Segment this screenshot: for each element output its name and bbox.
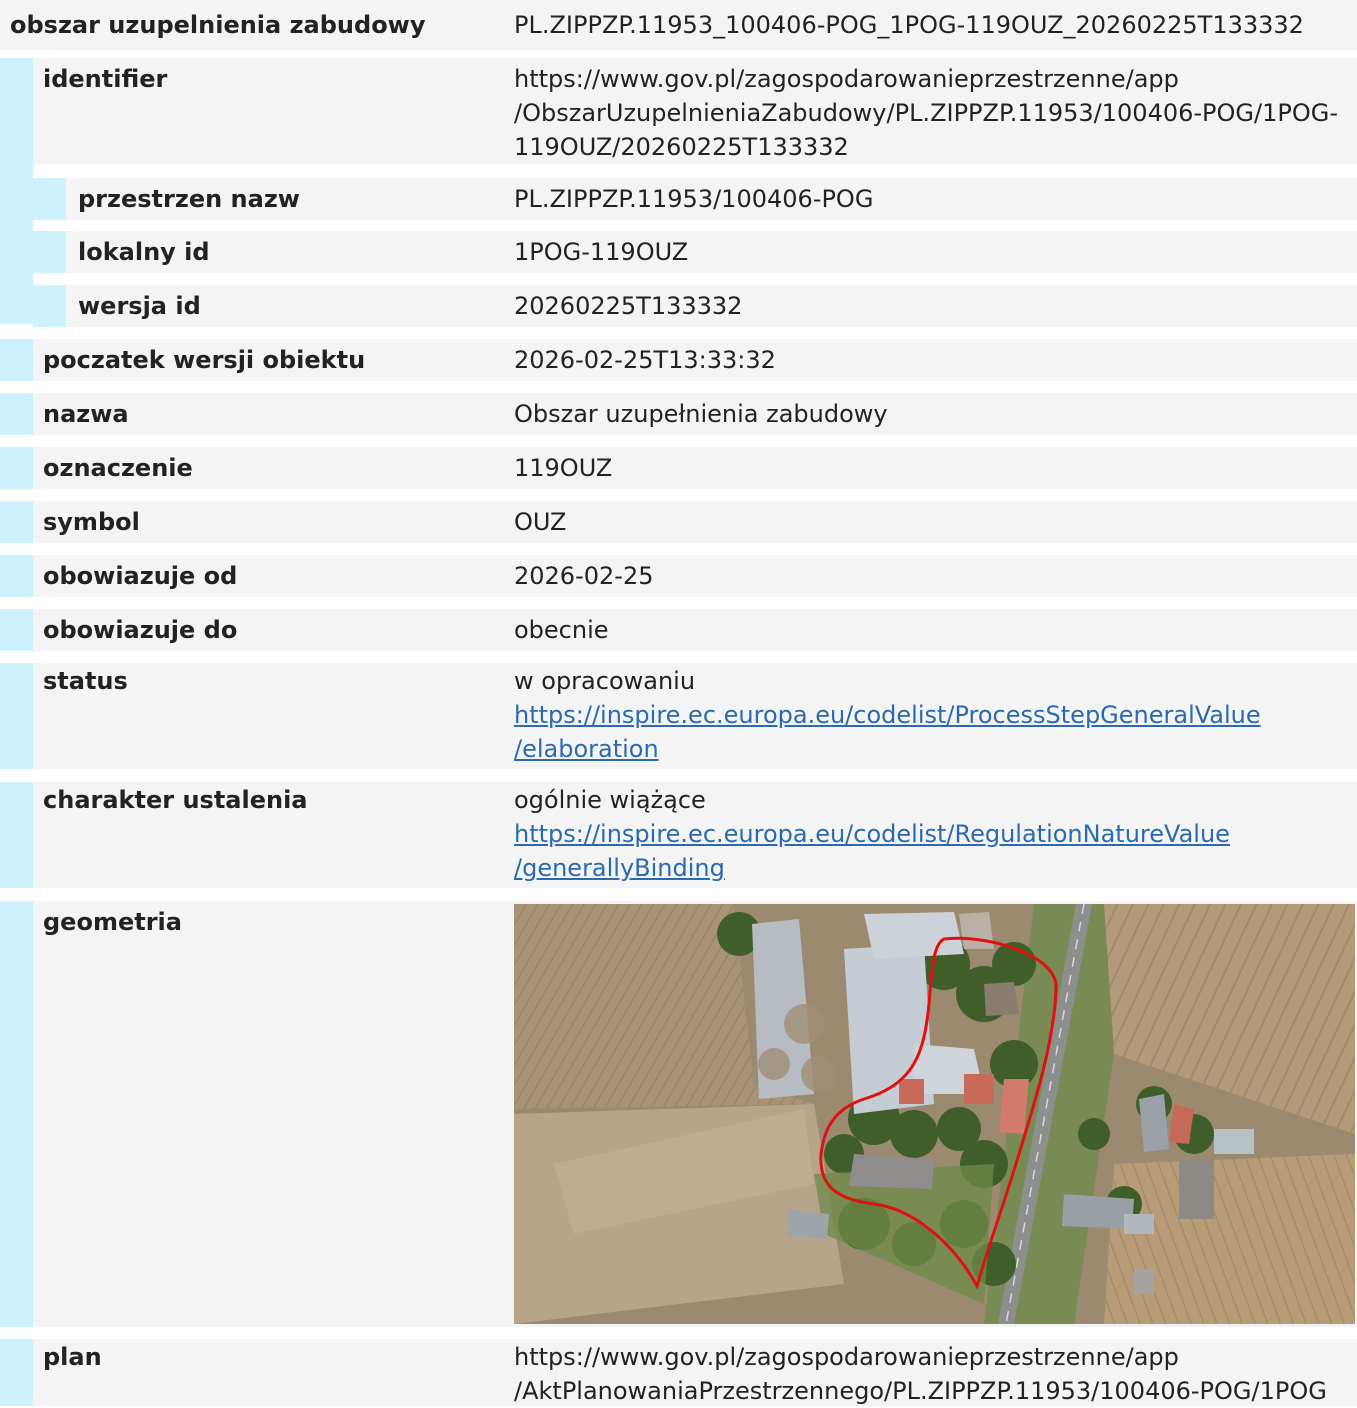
status-link-line[interactable]: https://inspire.ec.europa.eu/codelist/Pr… — [514, 701, 1261, 729]
local-id-label: lokalny id — [78, 238, 210, 266]
field-row: obowiazuje od 2026-02-25 — [0, 555, 1357, 597]
indent-bar — [0, 501, 33, 543]
indent-bar — [0, 609, 33, 651]
plan-label: plan — [43, 1343, 102, 1371]
field-label: nazwa — [43, 400, 129, 428]
indent-bar — [0, 447, 33, 489]
field-label: oznaczenie — [43, 454, 193, 482]
geometry-map-image — [514, 904, 1355, 1324]
indent-bar — [0, 663, 33, 769]
status-link[interactable]: /elaboration — [514, 732, 659, 766]
charakter-link[interactable]: https://inspire.ec.europa.eu/codelist/Re… — [514, 817, 1230, 851]
field-value: Obszar uzupełnienia zabudowy — [514, 400, 888, 428]
nested-indent-bar — [33, 178, 66, 220]
charakter-value: ogólnie wiążące — [514, 786, 706, 814]
namespace-label: przestrzen nazw — [78, 185, 300, 213]
plan-line: /AktPlanowaniaPrzestrzennego/PL.ZIPPZP.1… — [514, 1377, 1327, 1405]
geometria-label: geometria — [43, 908, 182, 936]
indent-bar — [0, 555, 33, 597]
local-id-value: 1POG-119OUZ — [514, 238, 689, 266]
charakter-link-line[interactable]: https://inspire.ec.europa.eu/codelist/Re… — [514, 820, 1230, 848]
field-label: obowiazuje od — [43, 562, 238, 590]
identifier-line: https://www.gov.pl/zagospodarowanieprzes… — [514, 65, 1179, 93]
field-row: nazwa Obszar uzupełnienia zabudowy — [0, 393, 1357, 435]
field-row: oznaczenie 119OUZ — [0, 447, 1357, 489]
charakter-link-line[interactable]: /generallyBinding — [514, 854, 725, 882]
field-value: 2026-02-25 — [514, 562, 654, 590]
identifier-row: identifier https://www.gov.pl/zagospodar… — [0, 58, 1357, 164]
indent-bar — [0, 393, 33, 435]
nested-indent-bar — [33, 231, 66, 273]
indent-bar — [0, 782, 33, 888]
field-row: poczatek wersji obiektu 2026-02-25T13:33… — [0, 339, 1357, 381]
namespace-row: przestrzen nazw PL.ZIPPZP.11953/100406-P… — [33, 178, 1357, 220]
aerial-map — [514, 904, 1355, 1324]
field-row: symbol OUZ — [0, 501, 1357, 543]
field-label: symbol — [43, 508, 140, 536]
header-value: PL.ZIPPZP.11953_100406-POG_1POG-119OUZ_2… — [514, 11, 1304, 39]
identifier-line: 119OUZ/20260225T133332 — [514, 133, 849, 161]
status-link[interactable]: https://inspire.ec.europa.eu/codelist/Pr… — [514, 698, 1261, 732]
identifier-label: identifier — [43, 65, 168, 93]
indent-bar — [0, 58, 33, 164]
indent-bar — [0, 339, 33, 381]
charakter-row: charakter ustalenia ogólnie wiążące http… — [0, 782, 1357, 888]
charakter-label: charakter ustalenia — [43, 786, 308, 814]
field-label: obowiazuje do — [43, 616, 238, 644]
header-row: obszar uzupelnienia zabudowy PL.ZIPPZP.1… — [0, 0, 1357, 50]
indent-bar — [0, 1339, 33, 1406]
plan-row: plan https://www.gov.pl/zagospodarowanie… — [0, 1339, 1357, 1406]
version-id-label: wersja id — [78, 292, 201, 320]
nested-indent-bar — [33, 285, 66, 327]
version-id-value: 20260225T133332 — [514, 292, 743, 320]
field-value: 2026-02-25T13:33:32 — [514, 346, 776, 374]
local-id-row: lokalny id 1POG-119OUZ — [33, 231, 1357, 273]
field-value: obecnie — [514, 616, 609, 644]
field-label: poczatek wersji obiektu — [43, 346, 366, 374]
status-value: w opracowaniu — [514, 667, 696, 695]
plan-line: https://www.gov.pl/zagospodarowanieprzes… — [514, 1343, 1179, 1371]
status-row: status w opracowaniu https://inspire.ec.… — [0, 663, 1357, 769]
identifier-line: /ObszarUzupelnieniaZabudowy/PL.ZIPPZP.11… — [514, 99, 1338, 127]
field-value: OUZ — [514, 508, 567, 536]
charakter-link[interactable]: /generallyBinding — [514, 851, 725, 885]
status-label: status — [43, 667, 128, 695]
status-link-line[interactable]: /elaboration — [514, 735, 659, 763]
field-value: 119OUZ — [514, 454, 613, 482]
indent-bar — [0, 901, 33, 1327]
version-id-row: wersja id 20260225T133332 — [33, 285, 1357, 327]
header-label: obszar uzupelnienia zabudowy — [10, 11, 426, 39]
indent-bar — [0, 164, 33, 324]
field-row: obowiazuje do obecnie — [0, 609, 1357, 651]
namespace-value: PL.ZIPPZP.11953/100406-POG — [514, 185, 874, 213]
